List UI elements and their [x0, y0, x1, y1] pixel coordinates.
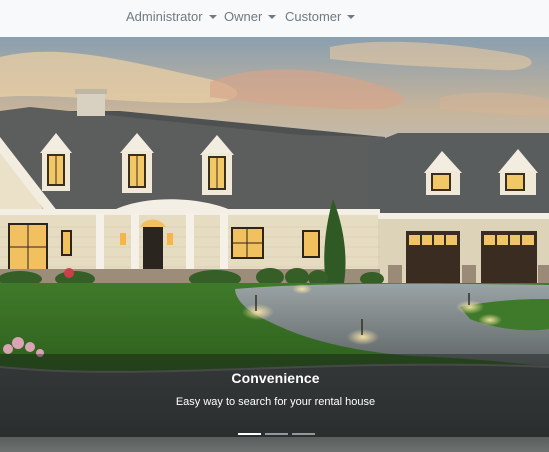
- nav-dropdown-owner[interactable]: Owner: [224, 0, 277, 32]
- carousel-indicator-1[interactable]: [238, 433, 261, 435]
- carousel-caption-text: Easy way to search for your rental house: [175, 396, 376, 408]
- carousel-indicator-2[interactable]: [265, 433, 288, 435]
- nav-dropdown-administrator[interactable]: Administrator: [126, 0, 217, 32]
- nav-dropdown-customer[interactable]: Customer: [285, 0, 356, 32]
- carousel-bottom-edge: [0, 437, 549, 452]
- carousel-caption-title: Convenience: [231, 370, 320, 386]
- caret-down-icon: [208, 14, 217, 19]
- nav-item-label: Administrator: [126, 8, 203, 24]
- navbar: Administrator Owner Customer: [0, 0, 549, 37]
- caret-down-icon: [347, 14, 356, 19]
- hero-carousel[interactable]: Convenience Easy way to search for your …: [0, 37, 549, 452]
- nav-item-label: Owner: [224, 8, 263, 24]
- nav-item-label: Customer: [285, 8, 342, 24]
- caret-down-icon: [268, 14, 277, 19]
- carousel-indicator-3[interactable]: [292, 433, 315, 435]
